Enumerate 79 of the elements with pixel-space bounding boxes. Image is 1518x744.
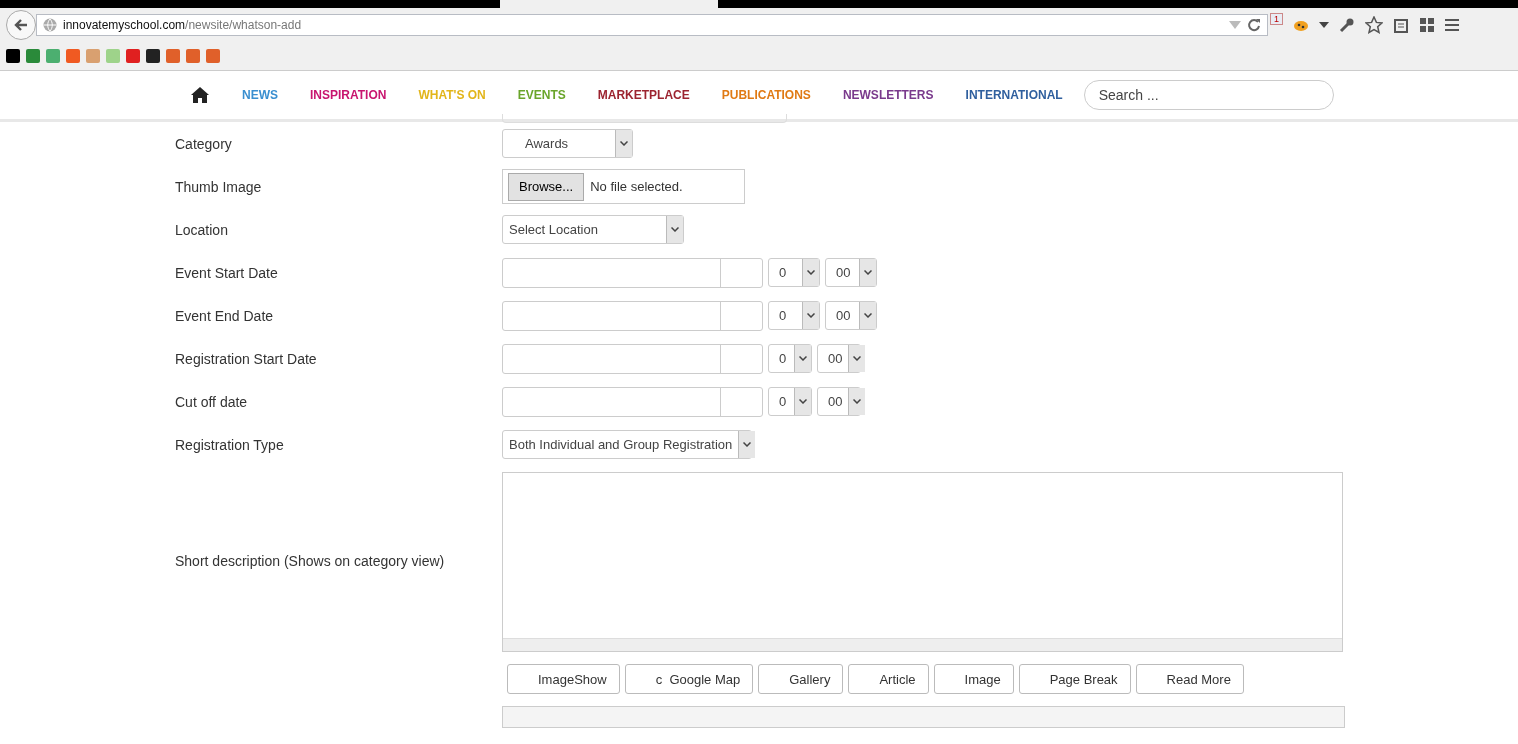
- editor-button[interactable]: Gallery: [758, 664, 844, 694]
- field-label: Cut off date: [175, 393, 249, 410]
- field-label: Event End Date: [175, 307, 275, 324]
- grid-icon[interactable]: [1419, 17, 1435, 33]
- field-label: Short description (Shows on category view): [175, 553, 446, 569]
- star-icon[interactable]: [1365, 16, 1383, 34]
- caret-icon[interactable]: [1319, 22, 1329, 28]
- editor-button[interactable]: Article: [848, 664, 929, 694]
- chevron-down-icon: [799, 399, 807, 404]
- chevron-down-icon: [864, 313, 872, 318]
- home-icon[interactable]: [191, 87, 209, 103]
- file-status: No file selected.: [590, 179, 683, 194]
- field-label: Registration Type: [175, 436, 285, 453]
- minute-dropdown[interactable]: 00: [825, 258, 877, 287]
- editor-button[interactable]: Read More: [1135, 664, 1244, 694]
- wrench-icon[interactable]: [1339, 17, 1355, 33]
- nav-link[interactable]: INTERNATIONAL: [965, 88, 1063, 102]
- bookmark-icon[interactable]: [206, 49, 220, 63]
- hour-dropdown[interactable]: 0: [768, 258, 820, 287]
- bookmark-icon[interactable]: [166, 49, 180, 63]
- chevron-down-icon: [807, 270, 815, 275]
- date-field[interactable]: [502, 257, 763, 288]
- bookmark-icon[interactable]: [146, 49, 160, 63]
- nav-link[interactable]: NEWSLETTERS: [842, 88, 934, 102]
- notification-badge[interactable]: 1: [1270, 13, 1283, 25]
- address-bar[interactable]: innovatemyschool.com/newsite/whatson-add: [36, 14, 1268, 36]
- date-field[interactable]: [502, 386, 763, 417]
- dropdown[interactable]: Select Location: [502, 215, 684, 244]
- menu-icon[interactable]: [1445, 19, 1459, 31]
- date-field[interactable]: [502, 343, 763, 374]
- nav-link[interactable]: MARKETPLACE: [597, 88, 690, 102]
- chevron-down-icon: [853, 399, 862, 404]
- input-field[interactable]: [502, 114, 787, 123]
- chevron-down-icon: [807, 313, 815, 318]
- chevron-down-icon: [620, 141, 628, 146]
- browser-tab[interactable]: [500, 0, 718, 8]
- text-area[interactable]: [502, 472, 1343, 652]
- bookmark-icon[interactable]: [186, 49, 200, 63]
- field-label: Registration Start Date: [175, 350, 318, 367]
- field-label: Category: [175, 135, 233, 152]
- editor-button[interactable]: Image: [933, 664, 1014, 694]
- dropdown[interactable]: Both Individual and Group Registration: [502, 430, 752, 459]
- editor-button[interactable]: ImageShow: [507, 664, 620, 694]
- nav-link[interactable]: INSPIRATION: [310, 88, 387, 102]
- date-field[interactable]: [502, 300, 763, 331]
- back-arrow-icon: [13, 17, 29, 33]
- back-button[interactable]: [6, 10, 36, 40]
- field-label: Event Start Date: [175, 264, 279, 281]
- reload-icon[interactable]: [1247, 18, 1261, 32]
- chevron-down-icon: [743, 442, 752, 447]
- dropdown-icon[interactable]: [1229, 21, 1241, 29]
- minute-dropdown[interactable]: 00: [825, 301, 877, 330]
- editor-button[interactable]: Page Break: [1018, 664, 1131, 694]
- chevron-down-icon: [853, 356, 862, 361]
- file-input[interactable]: Browse... No file selected.: [502, 169, 745, 204]
- bookmark-icon[interactable]: [86, 49, 100, 63]
- chevron-down-icon: [671, 227, 679, 232]
- hour-dropdown[interactable]: 0: [768, 344, 812, 373]
- bookmark-icon[interactable]: [106, 49, 120, 63]
- field-label: Location: [175, 221, 229, 238]
- browse-button[interactable]: Browse...: [508, 172, 585, 201]
- editor-box[interactable]: [502, 706, 1345, 728]
- search-field[interactable]: Search ...: [1083, 80, 1334, 110]
- bookmark-icon[interactable]: [6, 49, 20, 63]
- hour-dropdown[interactable]: 0: [768, 387, 812, 416]
- globe-icon: [43, 18, 57, 32]
- ladybug-icon[interactable]: [1293, 18, 1309, 32]
- url-text: innovatemyschool.com/newsite/whatson-add: [63, 18, 303, 32]
- editor-button[interactable]: c Google Map: [624, 664, 754, 694]
- bookmark-icon[interactable]: [46, 49, 60, 63]
- chevron-down-icon: [799, 356, 807, 361]
- bookmark-icon[interactable]: [26, 49, 40, 63]
- dropdown[interactable]: Awards: [502, 129, 633, 158]
- chevron-down-icon: [864, 270, 872, 275]
- hour-dropdown[interactable]: 0: [768, 301, 820, 330]
- clipboard-icon[interactable]: [1393, 17, 1409, 33]
- field-label: Thumb Image: [175, 178, 263, 195]
- bookmark-icon[interactable]: [66, 49, 80, 63]
- bookmark-icon[interactable]: [126, 49, 140, 63]
